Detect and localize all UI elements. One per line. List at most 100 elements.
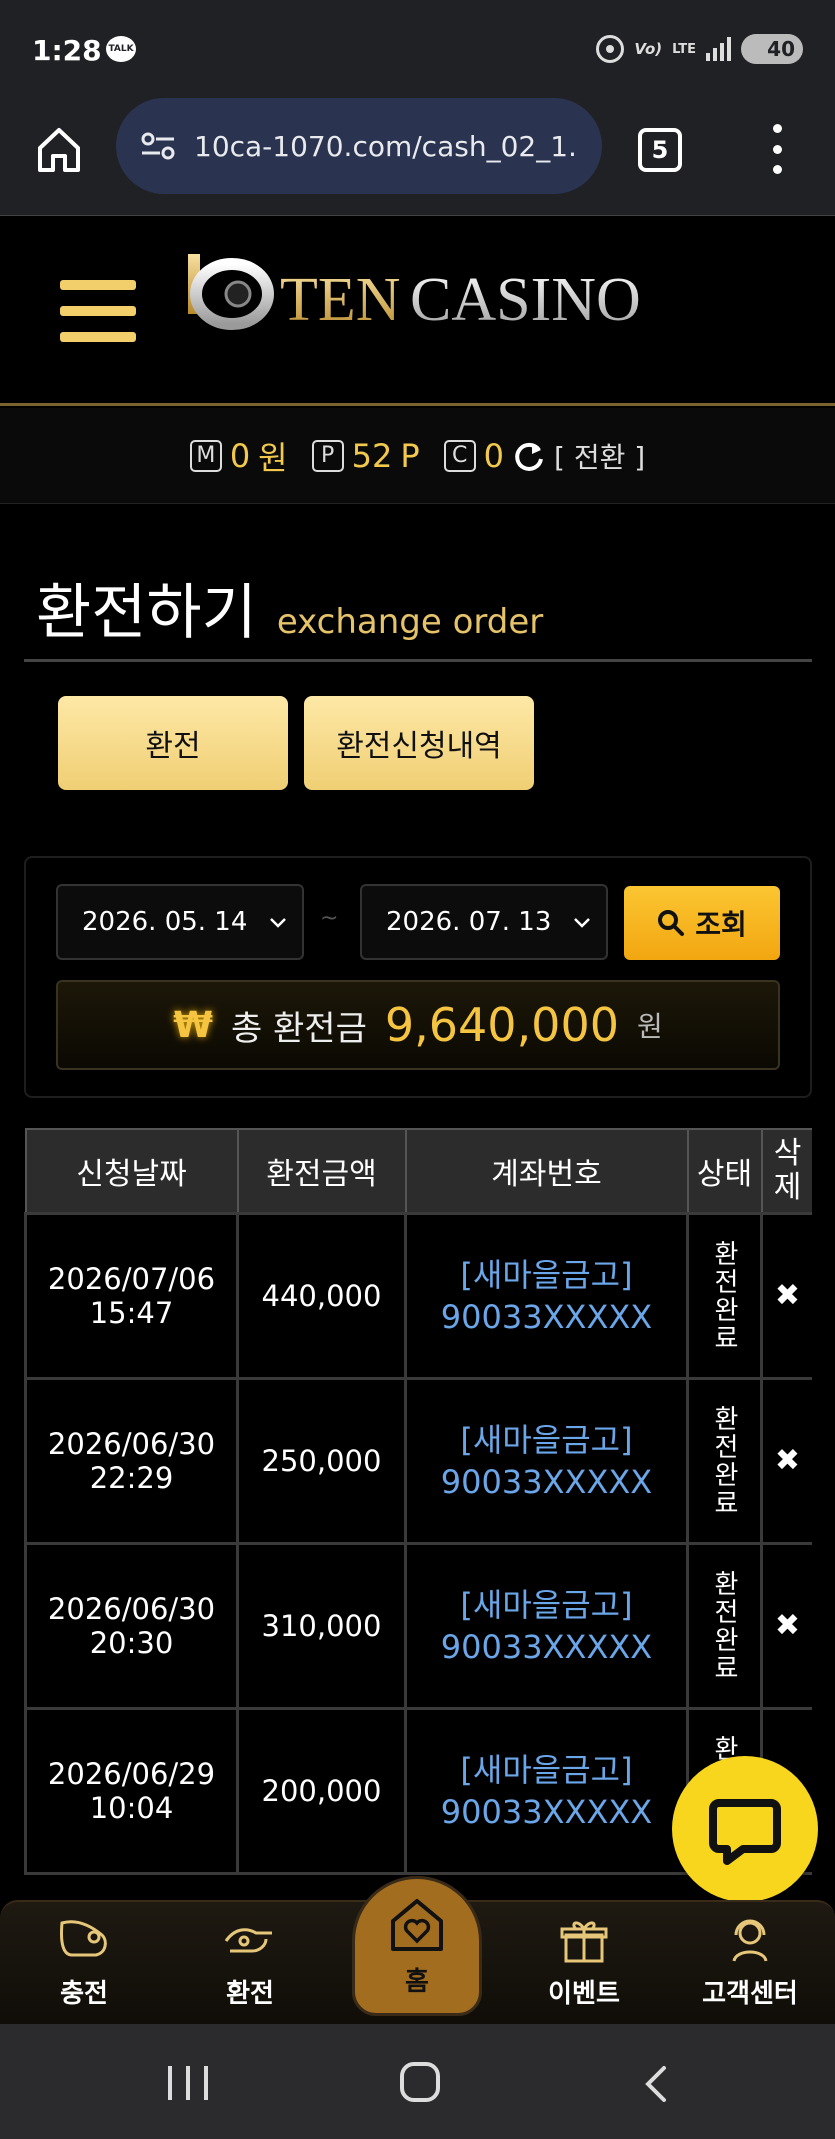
nav-exchange[interactable]: 환전	[190, 1910, 310, 2020]
page-title: 환전하기	[36, 578, 257, 648]
row-status-cell: 환전완료	[686, 1541, 763, 1710]
row-status: 환전완료	[709, 1569, 739, 1682]
chevron-down-icon	[574, 918, 590, 928]
row-amount: 440,000	[236, 1211, 407, 1380]
gift-icon	[560, 1921, 608, 1963]
lte-indicator: LTE	[672, 41, 696, 57]
nav-charge[interactable]: 충전	[24, 1910, 144, 2020]
date-from-select[interactable]: 2026. 05. 14	[56, 884, 304, 960]
row-amount: 310,000	[236, 1541, 407, 1710]
home-heart-icon	[391, 1898, 443, 1951]
money-value: 0	[229, 436, 251, 475]
status-bar: 1:28 TALK Vo) LTE 40	[0, 0, 835, 98]
date-from-value: 2026. 05. 14	[82, 907, 248, 937]
row-status-cell: 환전완료	[686, 1211, 763, 1380]
tab-exchange-history[interactable]: 환전신청내역	[304, 696, 534, 790]
exchange-icon	[224, 1928, 272, 1953]
row-date: 2026/06/30	[47, 1591, 216, 1626]
address-bar[interactable]: 10ca-1070.com/cash_02_1.	[116, 98, 602, 194]
row-bank: [새마을금고]	[460, 1420, 633, 1459]
row-date-cell: 2026/06/30 20:30	[24, 1541, 239, 1710]
row-date-cell: 2026/06/30 22:29	[24, 1376, 239, 1545]
tab-switcher-button[interactable]: 5	[638, 128, 682, 172]
back-icon[interactable]	[640, 2064, 672, 2104]
row-amount: 200,000	[236, 1706, 407, 1875]
row-status: 환전완료	[709, 1239, 739, 1352]
point-value: 52	[351, 436, 393, 475]
row-bank: [새마을금고]	[460, 1255, 633, 1294]
date-separator: ~	[320, 906, 339, 931]
delete-icon[interactable]: ✖	[775, 1278, 800, 1313]
money-badge-icon: M	[189, 439, 222, 472]
page-subtitle: exchange order	[276, 602, 544, 642]
delete-icon[interactable]: ✖	[775, 1608, 800, 1643]
nav-support-label: 고객센터	[702, 1979, 798, 2009]
hamburger-menu-icon[interactable]	[60, 280, 136, 342]
site-header: TEN CASINO	[0, 216, 835, 406]
row-date-cell: 2026/06/29 10:04	[24, 1706, 239, 1875]
table-row: 2026/07/06 15:47 440,000 [새마을금고] 90033XXXX…	[24, 1211, 812, 1380]
point-unit: P	[400, 436, 420, 475]
nav-exchange-label: 환전	[226, 1979, 274, 2009]
browser-home-icon[interactable]	[34, 124, 84, 174]
nav-event[interactable]: 이벤트	[524, 1910, 644, 2020]
row-date: 2026/07/06	[47, 1261, 216, 1296]
url-text: 10ca-1070.com/cash_02_1.	[194, 129, 577, 163]
android-navigation-bar	[0, 2024, 835, 2139]
nav-home[interactable]: 홈	[352, 1876, 482, 2016]
nav-charge-label: 충전	[60, 1979, 108, 2009]
page-title-section: 환전하기 exchange order	[24, 564, 812, 662]
delete-icon[interactable]: ✖	[775, 1443, 800, 1478]
android-home-icon[interactable]	[400, 2062, 440, 2102]
point-balance: P 52 P	[311, 436, 420, 475]
date-to-select[interactable]: 2026. 07. 13	[360, 884, 608, 960]
row-account: 90033XXXXX	[440, 1462, 653, 1501]
hotspot-icon	[596, 35, 625, 63]
won-currency-icon: ₩	[173, 1004, 213, 1046]
nav-support[interactable]: 고객센터	[690, 1910, 810, 2020]
charge-icon	[60, 1920, 107, 1957]
total-value: 9,640,000	[384, 998, 619, 1052]
status-icons: Vo) LTE 40	[596, 34, 803, 64]
search-button[interactable]: 조회	[624, 886, 780, 960]
header-account: 계좌번호	[404, 1128, 689, 1214]
refresh-icon[interactable]	[512, 439, 546, 473]
row-status-cell: 환전완료	[686, 1376, 763, 1545]
row-date-cell: 2026/07/06 15:47	[24, 1211, 239, 1380]
tab-exchange[interactable]: 환전	[58, 696, 288, 790]
row-amount: 250,000	[236, 1376, 407, 1545]
row-status: 환전완료	[709, 1404, 739, 1517]
live-chat-button[interactable]	[672, 1756, 818, 1902]
header-delete: 삭제	[760, 1128, 812, 1214]
svg-text:CASINO: CASINO	[410, 266, 641, 334]
battery-icon: 40	[741, 34, 803, 64]
row-account: 90033XXXXX	[440, 1792, 653, 1831]
row-account: 90033XXXXX	[440, 1297, 653, 1336]
site-settings-icon[interactable]	[140, 131, 176, 161]
money-unit: 원	[258, 438, 288, 477]
status-time: 1:28	[32, 34, 102, 67]
svg-text:TEN: TEN	[280, 266, 401, 334]
ten-casino-logo[interactable]: TEN CASINO	[184, 246, 664, 346]
header-status: 상태	[686, 1128, 763, 1214]
search-icon	[658, 910, 685, 936]
point-badge-icon: P	[311, 439, 344, 472]
search-panel: 2026. 05. 14 ~ 2026. 07. 13 조회 ₩ 총 환전금 9…	[24, 856, 812, 1098]
money-balance: M 0 원	[189, 433, 288, 479]
comp-value: 0	[483, 436, 504, 475]
recent-apps-icon[interactable]	[168, 2066, 208, 2100]
header-amount: 환전금액	[236, 1128, 407, 1214]
volte-indicator: Vo)	[634, 40, 663, 58]
row-account-cell: [새마을금고] 90033XXXXX	[404, 1211, 689, 1380]
row-bank: [새마을금고]	[460, 1750, 633, 1789]
browser-menu-icon[interactable]	[770, 124, 784, 174]
headset-agent-icon	[732, 1919, 768, 1962]
header-date: 신청날짜	[24, 1128, 239, 1214]
comp-balance: C 0 [ 전환 ]	[443, 436, 645, 476]
bottom-navigation: 충전 환전 홈 이벤트 고객센터	[0, 1876, 835, 2024]
chevron-down-icon	[270, 918, 286, 928]
convert-link[interactable]: [ 전환 ]	[554, 436, 645, 476]
signal-icon	[706, 37, 731, 61]
row-account: 90033XXXXX	[440, 1627, 653, 1666]
table-row: 2026/06/30 20:30 310,000 [새마을금고] 90033XXXX…	[24, 1541, 812, 1710]
